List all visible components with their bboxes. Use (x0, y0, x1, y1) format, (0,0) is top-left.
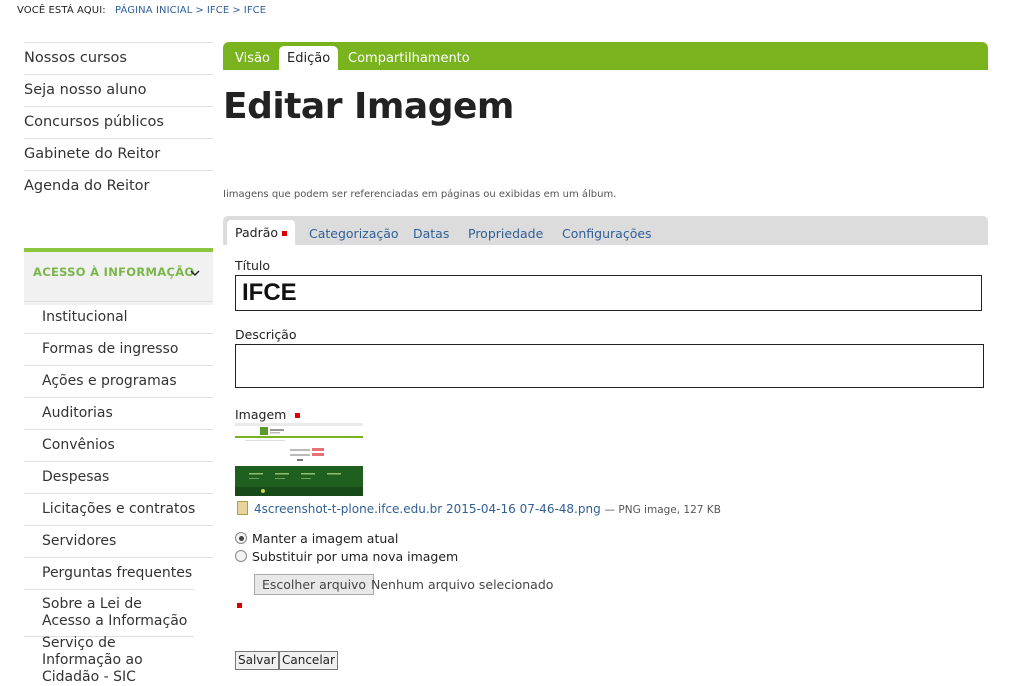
sidebar-item-auditorias[interactable]: Auditorias (24, 397, 213, 429)
thumbnail-image (235, 423, 363, 496)
chevron-down-icon[interactable] (190, 268, 200, 278)
tab-visao[interactable]: Visão (227, 48, 278, 70)
file-icon (237, 501, 248, 515)
radio-replace-label: Substituir por uma nova imagem (252, 549, 459, 564)
image-thumbnail (235, 423, 363, 496)
acesso-informacao-menu: Institucional Formas de ingresso Ações e… (24, 301, 213, 685)
form-tabs: Padrão Categorização Datas Propriedade C… (223, 216, 988, 245)
content-view-tabs: Visão Edição Compartilhamento (223, 42, 988, 70)
titulo-label: Título (235, 258, 271, 273)
choose-file-button[interactable]: Escolher arquivo (254, 574, 375, 595)
no-file-selected-text: Nenhum arquivo selecionado (371, 577, 554, 592)
file-link[interactable]: 4screenshot-t-plone.ifce.edu.br 2015-04-… (254, 502, 601, 516)
sidebar-item-sic[interactable]: Serviço de Informação ao Cidadão - SIC (24, 635, 194, 685)
radio-replace[interactable] (235, 550, 247, 562)
descricao-textarea[interactable] (235, 344, 984, 388)
sidebar-item-seja-nosso-aluno[interactable]: Seja nosso aluno (24, 74, 213, 106)
tab-propriedade[interactable]: Propriedade (468, 222, 543, 245)
save-button[interactable]: Salvar (235, 651, 279, 670)
sidebar-item-institucional[interactable]: Institucional (24, 301, 213, 333)
sidebar-item-acoes-programas[interactable]: Ações e programas (24, 365, 213, 397)
file-meta: — PNG image, 127 KB (604, 504, 721, 516)
descricao-label: Descrição (235, 327, 297, 342)
breadcrumb-separator: > (232, 5, 241, 16)
breadcrumb-link-current[interactable]: IFCE (244, 5, 266, 16)
tab-datas[interactable]: Datas (413, 222, 449, 245)
tab-categorizacao[interactable]: Categorização (309, 222, 399, 245)
titulo-input[interactable]: IFCE (235, 275, 982, 311)
breadcrumb-label: VOCÊ ESTÁ AQUI: (17, 5, 106, 16)
sidebar-item-agenda[interactable]: Agenda do Reitor (24, 170, 213, 202)
current-file-line: 4screenshot-t-plone.ifce.edu.br 2015-04-… (237, 501, 721, 516)
radio-keep-label: Manter a imagem atual (252, 531, 399, 546)
radio-keep-row[interactable]: Manter a imagem atual (235, 531, 398, 546)
breadcrumb: VOCÊ ESTÁ AQUI: PÁGINA INICIAL > IFCE > IFCE (17, 5, 266, 16)
tab-compartilhamento[interactable]: Compartilhamento (340, 48, 478, 70)
sidebar-item-concursos[interactable]: Concursos públicos (24, 106, 213, 138)
required-icon (237, 603, 242, 608)
tab-padrao-label: Padrão (235, 225, 279, 240)
radio-keep[interactable] (235, 532, 247, 544)
sidebar-item-nossos-cursos[interactable]: Nossos cursos (24, 42, 213, 74)
breadcrumb-link-home[interactable]: PÁGINA INICIAL (115, 5, 192, 16)
page-title: Editar Imagem (223, 86, 514, 127)
breadcrumb-link-ifce[interactable]: IFCE (207, 5, 229, 16)
radio-replace-row[interactable]: Substituir por uma nova imagem (235, 549, 458, 564)
imagem-label: Imagem (235, 407, 301, 422)
required-icon (295, 413, 301, 418)
required-icon (282, 231, 288, 236)
acesso-informacao-header[interactable]: ACESSO À INFORMAÇÃO (24, 248, 213, 305)
sidebar-item-lei-acesso[interactable]: Sobre a Lei de Acesso a Informação (24, 589, 194, 636)
cancel-button[interactable]: Cancelar (279, 651, 338, 670)
page-description: Iimagens que podem ser referenciadas em … (223, 189, 617, 200)
sidebar-item-formas-ingresso[interactable]: Formas de ingresso (24, 333, 213, 365)
sidebar-item-perguntas[interactable]: Perguntas frequentes (24, 557, 213, 589)
sidebar-item-convenios[interactable]: Convênios (24, 429, 213, 461)
acesso-informacao-title: ACESSO À INFORMAÇÃO (33, 265, 195, 279)
tab-configuracoes[interactable]: Configurações (562, 222, 652, 245)
breadcrumb-separator: > (195, 5, 204, 16)
sidebar-item-servidores[interactable]: Servidores (24, 525, 213, 557)
tab-edicao[interactable]: Edição (279, 46, 339, 70)
tab-padrao[interactable]: Padrão (227, 220, 296, 245)
sidebar-item-gabinete[interactable]: Gabinete do Reitor (24, 138, 213, 170)
sidebar-item-licitacoes[interactable]: Licitações e contratos (24, 493, 213, 525)
sidebar-menu: Nossos cursos Seja nosso aluno Concursos… (24, 42, 213, 202)
imagem-label-text: Imagem (235, 407, 287, 422)
sidebar-item-despesas[interactable]: Despesas (24, 461, 213, 493)
